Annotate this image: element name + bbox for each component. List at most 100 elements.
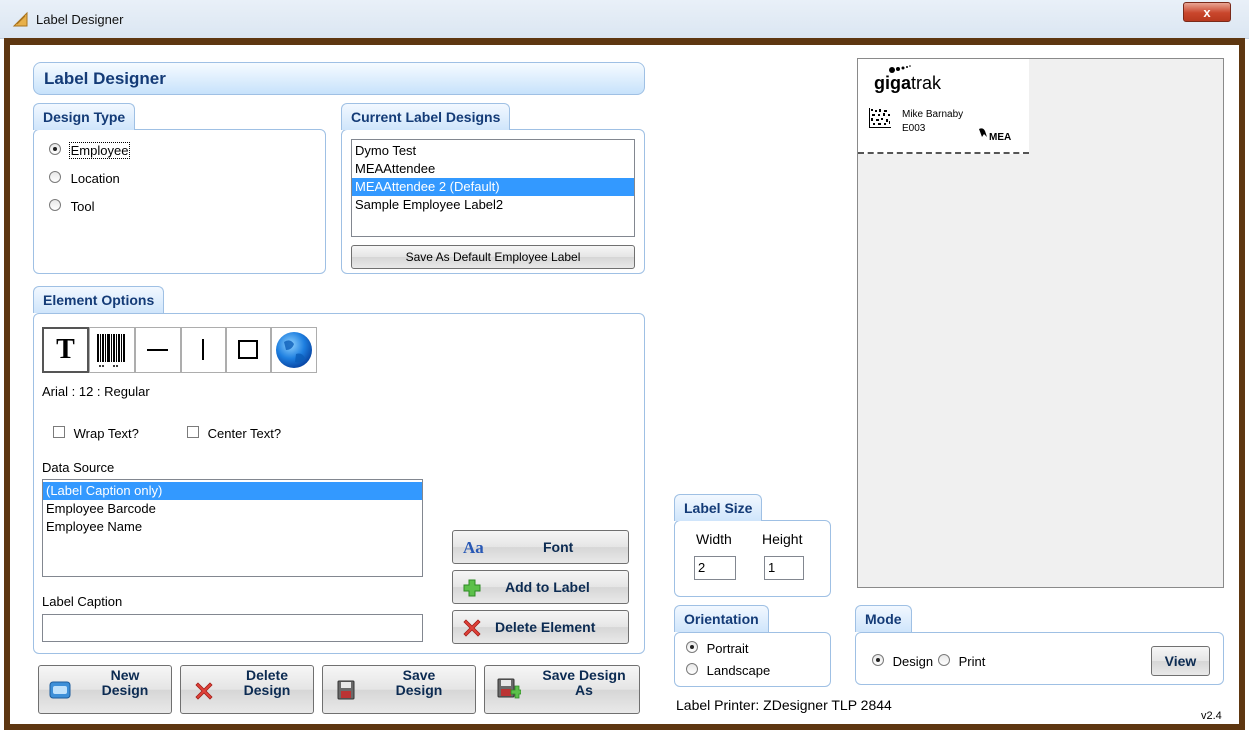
list-item-selected[interactable]: MEAAttendee 2 (Default): [352, 178, 634, 196]
design-type-tab: Design Type: [33, 103, 136, 130]
wrap-text-checkbox[interactable]: [53, 426, 65, 438]
current-designs-tab: Current Label Designs: [341, 103, 511, 130]
designs-list[interactable]: Dymo Test MEAAttendee MEAAttendee 2 (Def…: [351, 139, 635, 237]
height-input[interactable]: 1: [764, 556, 804, 580]
version-label: v2.4: [1201, 710, 1222, 722]
delete-design-line2: Design: [243, 682, 291, 698]
font-button[interactable]: Aa Font: [452, 530, 629, 564]
mode-option-print[interactable]: Print: [938, 654, 985, 669]
close-button[interactable]: x: [1183, 2, 1231, 22]
floppy-disk-icon: [337, 680, 355, 700]
height-label: Height: [762, 531, 803, 547]
option-label: Employee: [68, 142, 131, 159]
radio-tool[interactable]: [49, 199, 61, 211]
page-title: Label Designer: [33, 62, 645, 95]
delete-design-line1: Delete: [245, 667, 289, 683]
mea-logo-icon: [979, 128, 987, 137]
save-default-button[interactable]: Save As Default Employee Label: [351, 245, 635, 269]
radio-print[interactable]: [938, 654, 950, 666]
radio-employee[interactable]: [49, 143, 61, 155]
title-bar: [0, 0, 1249, 39]
barcode-tool-button[interactable]: [89, 327, 135, 373]
design-type-option-tool[interactable]: Tool: [49, 199, 94, 214]
delete-icon: [463, 619, 481, 637]
delete-element-label: Delete Element: [495, 619, 596, 635]
text-tool-icon: T: [56, 334, 75, 365]
mode-option-design[interactable]: Design: [872, 654, 933, 669]
list-item[interactable]: Employee Barcode: [43, 500, 422, 518]
save-design-line1: Save: [402, 667, 436, 683]
width-input[interactable]: 2: [694, 556, 736, 580]
element-options-tab: Element Options: [33, 286, 165, 313]
logo-suffix: trak: [911, 73, 942, 93]
preview-code: E003: [902, 123, 926, 134]
plus-icon: [463, 579, 481, 597]
orientation-tab: Orientation: [674, 605, 769, 632]
delete-design-icon: [195, 682, 213, 700]
add-to-label-button[interactable]: Add to Label: [452, 570, 629, 604]
option-label: Landscape: [706, 663, 771, 678]
image-tool-button[interactable]: [271, 327, 317, 373]
view-button[interactable]: View: [1151, 646, 1210, 676]
label-caption-label: Label Caption: [42, 594, 123, 609]
list-item[interactable]: Employee Name: [43, 518, 422, 536]
font-description: Arial : 12 : Regular: [42, 384, 150, 399]
delete-element-button[interactable]: Delete Element: [452, 610, 629, 644]
barcode-tool-icon: [97, 334, 125, 367]
design-type-option-location[interactable]: Location: [49, 171, 120, 186]
data-source-list[interactable]: (Label Caption only) Employee Barcode Em…: [42, 479, 423, 577]
center-text-checkbox[interactable]: [187, 426, 199, 438]
center-text-option[interactable]: Center Text?: [187, 426, 281, 441]
horizontal-line-tool-button[interactable]: [135, 327, 181, 373]
delete-design-button[interactable]: Delete Design: [180, 665, 314, 714]
radio-landscape[interactable]: [686, 663, 698, 675]
save-as-icon: [497, 678, 521, 699]
orientation-option-portrait[interactable]: Portrait: [686, 641, 749, 656]
save-design-line2: Design: [395, 682, 443, 698]
radio-portrait[interactable]: [686, 641, 698, 653]
window-title: Label Designer: [36, 12, 124, 27]
preview-brand: MEA: [989, 132, 1012, 143]
label-preview: gigatrak Mike Barnaby E003 MEA: [858, 59, 1029, 154]
mode-tab: Mode: [855, 605, 912, 632]
vertical-line-tool-button[interactable]: [181, 327, 226, 373]
data-source-label: Data Source: [42, 460, 115, 475]
font-icon: Aa: [463, 538, 484, 557]
list-item[interactable]: Dymo Test: [352, 142, 634, 160]
save-design-as-line2: As: [575, 682, 593, 698]
new-design-button[interactable]: New Design: [38, 665, 172, 714]
save-design-button[interactable]: Save Design: [322, 665, 476, 714]
radio-design[interactable]: [872, 654, 884, 666]
list-item[interactable]: Sample Employee Label2: [352, 196, 634, 214]
rectangle-tool-button[interactable]: [226, 327, 271, 373]
option-label: Tool: [70, 199, 95, 214]
add-button-label: Add to Label: [505, 579, 590, 595]
vertical-line-tool-icon: [202, 339, 204, 360]
list-item-selected[interactable]: (Label Caption only): [43, 482, 422, 500]
label-printer-status: Label Printer: ZDesigner TLP 2844: [676, 697, 892, 713]
image-tool-icon: [276, 332, 312, 368]
center-text-label: Center Text?: [207, 426, 282, 441]
font-button-label: Font: [543, 539, 574, 555]
new-design-line1: New: [110, 667, 140, 683]
horizontal-line-tool-icon: [147, 349, 168, 351]
width-label: Width: [696, 531, 732, 547]
gigatrak-logo: gigatrak: [874, 73, 941, 94]
list-item[interactable]: MEAAttendee: [352, 160, 634, 178]
design-type-option-employee[interactable]: Employee: [49, 142, 131, 159]
wrap-text-option[interactable]: Wrap Text?: [53, 426, 139, 441]
label-size-tab: Label Size: [674, 494, 763, 521]
option-label: Location: [70, 171, 120, 186]
app-icon: [12, 11, 28, 27]
label-caption-input[interactable]: [42, 614, 423, 642]
new-design-icon: [49, 681, 71, 699]
text-tool-button[interactable]: T: [42, 327, 89, 373]
option-label: Design: [892, 654, 934, 669]
logo-prefix: giga: [874, 73, 912, 93]
new-design-line2: Design: [101, 682, 149, 698]
orientation-option-landscape[interactable]: Landscape: [686, 663, 770, 678]
datamatrix-icon: [869, 108, 891, 128]
rectangle-tool-icon: [238, 340, 258, 359]
radio-location[interactable]: [49, 171, 61, 183]
save-design-as-button[interactable]: Save Design As: [484, 665, 640, 714]
